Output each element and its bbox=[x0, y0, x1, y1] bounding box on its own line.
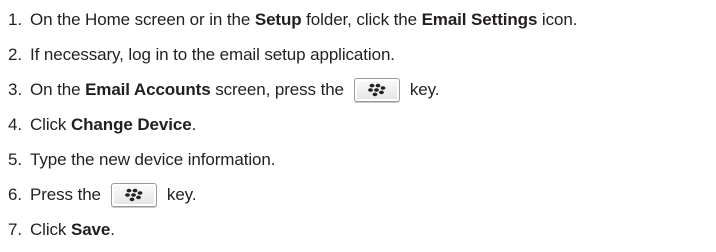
step-4: 4. Click Change Device. bbox=[0, 111, 196, 139]
step-text: On the Email Accounts screen, press the bbox=[30, 80, 344, 100]
step-text-segment: folder, click the bbox=[301, 10, 422, 29]
step-text: If necessary, log in to the email setup … bbox=[30, 45, 395, 64]
menu-key bbox=[110, 183, 157, 207]
step-text-segment: key. bbox=[409, 80, 440, 99]
step-number: 5. bbox=[8, 150, 22, 169]
step-text-segment: On the bbox=[30, 80, 86, 99]
email-accounts-label: Email Accounts bbox=[85, 80, 211, 99]
step-text: Click Save. bbox=[30, 220, 115, 240]
step-text-segment: Click bbox=[30, 115, 71, 134]
menu-key bbox=[353, 78, 400, 102]
step-7: 7. Click Save. bbox=[0, 216, 115, 244]
step-text: On the Home screen or in the Setup folde… bbox=[30, 10, 577, 30]
step-text: Type the new device information. bbox=[30, 150, 276, 169]
step-2: 2. If necessary, log in to the email set… bbox=[0, 41, 395, 69]
step-number: 2. bbox=[8, 45, 22, 64]
step-text-segment: icon. bbox=[537, 10, 578, 29]
step-text: Click Change Device. bbox=[30, 115, 196, 135]
step-text: Press the bbox=[30, 185, 101, 204]
step-text-segment: . bbox=[110, 220, 115, 239]
step-text-segment: key. bbox=[166, 185, 197, 204]
blackberry-menu-key-icon bbox=[368, 83, 386, 97]
step-text-segment: . bbox=[191, 115, 197, 134]
blackberry-menu-key-icon bbox=[125, 188, 143, 202]
instruction-list: 1. On the Home screen or in the Setup fo… bbox=[0, 0, 716, 252]
step-text-segment: On the Home screen or in the bbox=[30, 10, 255, 29]
step-number: 3. bbox=[8, 80, 22, 99]
change-device-label: Change Device bbox=[70, 115, 192, 134]
step-number: 7. bbox=[8, 220, 22, 239]
step-text-segment: Click bbox=[30, 220, 71, 239]
setup-folder-label: Setup bbox=[254, 10, 302, 29]
step-number: 4. bbox=[8, 115, 22, 134]
step-5: 5. Type the new device information. bbox=[0, 146, 275, 174]
save-label: Save bbox=[70, 220, 111, 239]
email-settings-label: Email Settings bbox=[421, 10, 538, 29]
step-1: 1. On the Home screen or in the Setup fo… bbox=[0, 6, 577, 34]
step-6: 6. Press the key. bbox=[0, 181, 197, 209]
step-text-segment: screen, press the bbox=[210, 80, 344, 99]
step-number: 1. bbox=[8, 10, 22, 29]
step-3: 3. On the Email Accounts screen, press t… bbox=[0, 76, 440, 104]
step-number: 6. bbox=[8, 185, 22, 204]
